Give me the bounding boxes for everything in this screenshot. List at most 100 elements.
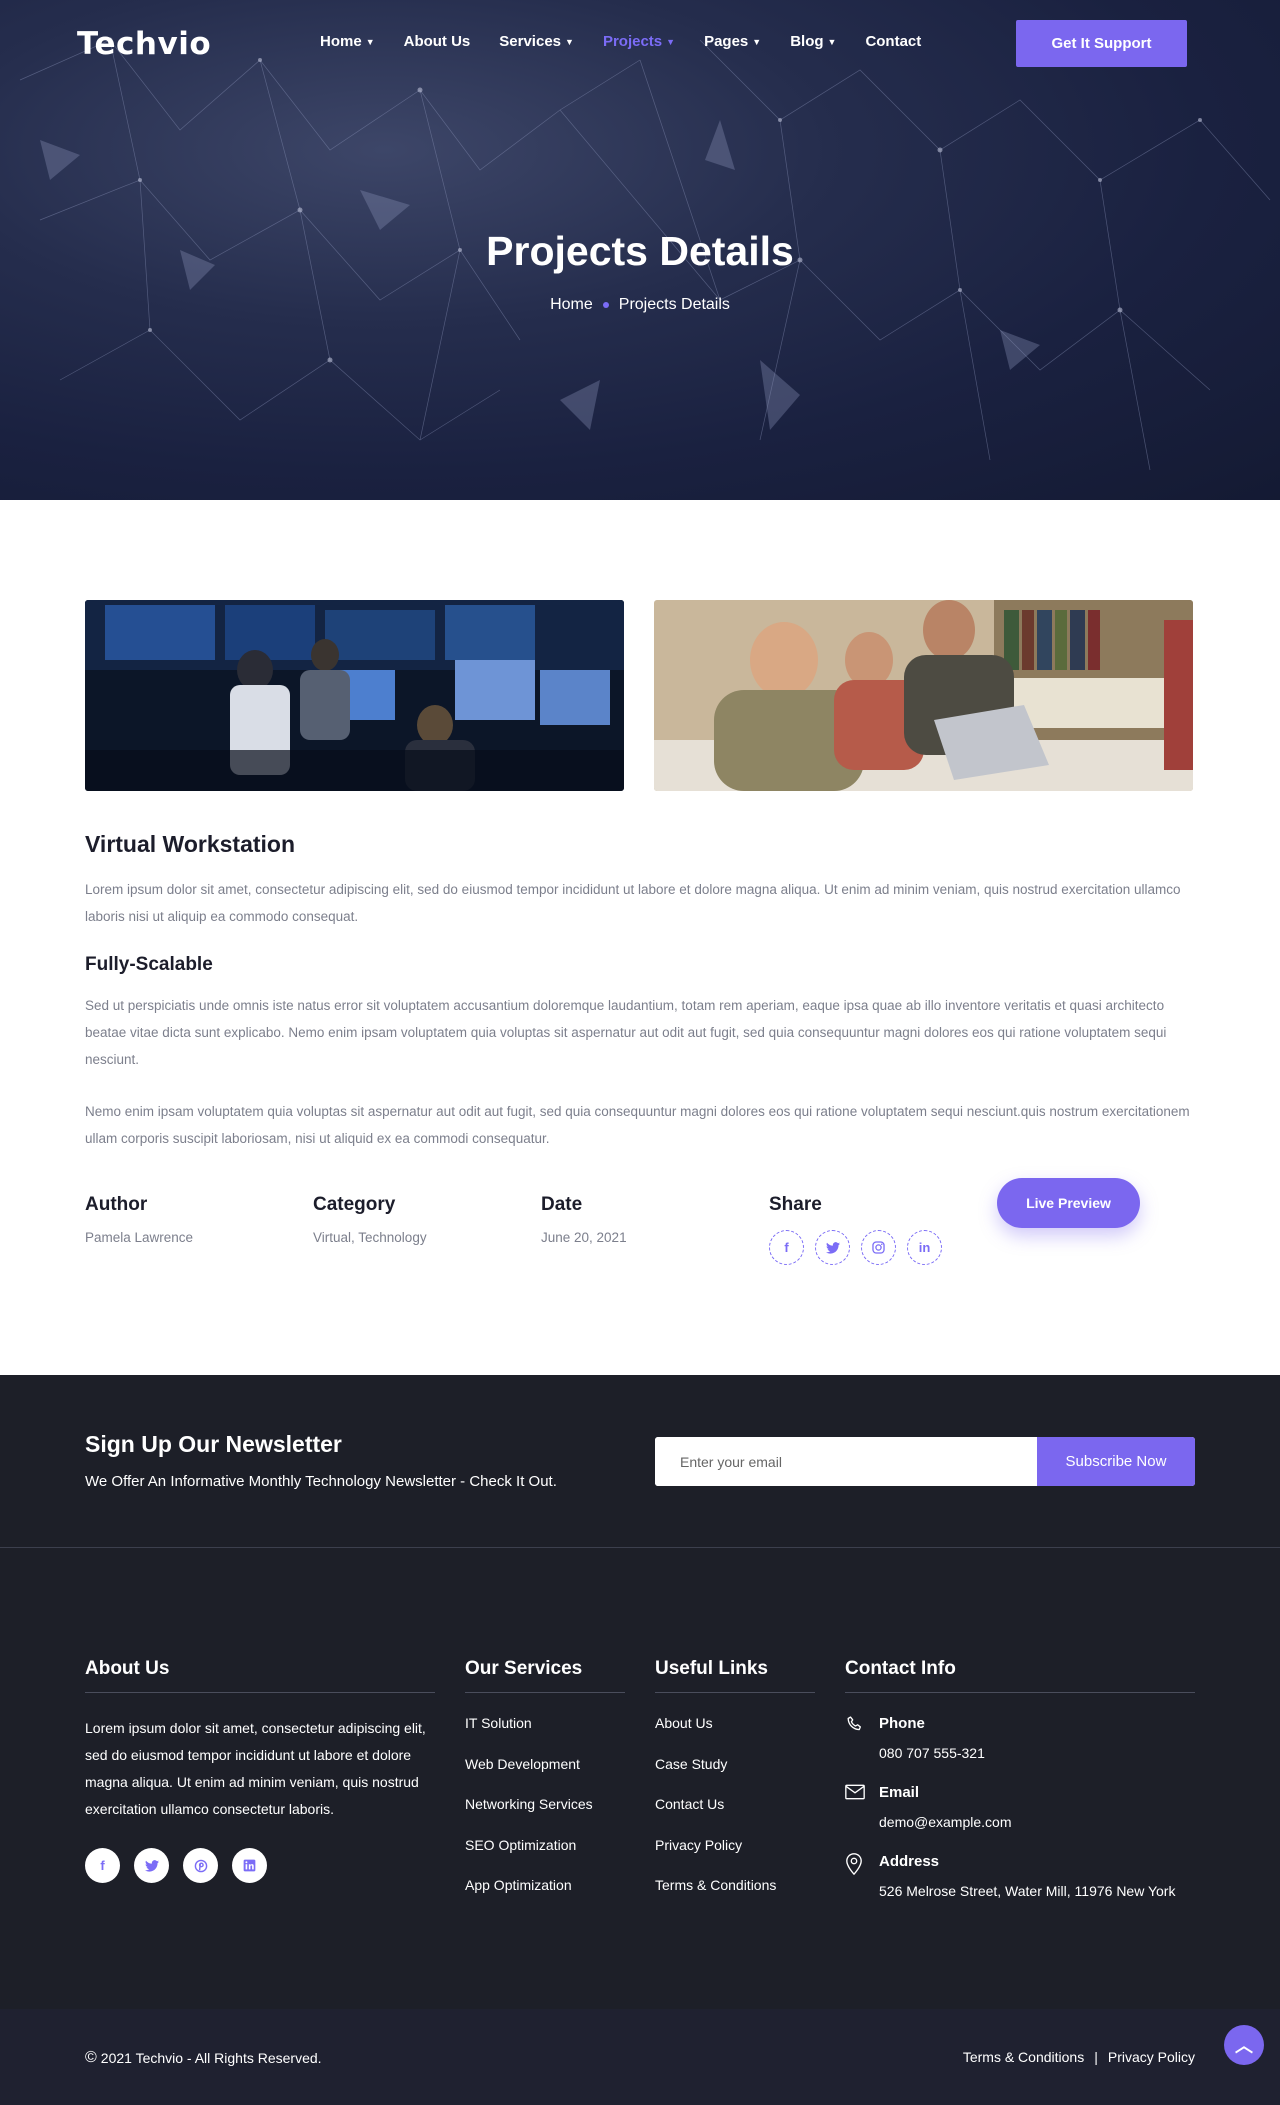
meta-date: Date June 20, 2021 <box>541 1194 769 1245</box>
footer-link-privacy-policy[interactable]: Privacy Policy <box>655 1837 815 1854</box>
project-subtitle: Fully-Scalable <box>85 954 213 975</box>
live-preview-button[interactable]: Live Preview <box>997 1178 1140 1228</box>
nav-projects[interactable]: Projects ▼ <box>603 33 675 50</box>
chevron-down-icon: ▼ <box>752 36 762 47</box>
page-title: Projects Details <box>486 228 794 274</box>
instagram-icon[interactable] <box>861 1230 896 1265</box>
footer-about-title: About Us <box>85 1658 435 1693</box>
twitter-icon[interactable] <box>134 1848 169 1883</box>
footer-link-case-study[interactable]: Case Study <box>655 1756 815 1773</box>
copyright-icon: © <box>85 2049 97 2066</box>
footer-services-column: Our Services IT Solution Web Development… <box>465 1658 625 1918</box>
footer-link-terms-conditions[interactable]: Terms & Conditions <box>655 1877 815 1894</box>
nav-about-us[interactable]: About Us <box>404 33 471 50</box>
meta-author-label: Author <box>85 1194 148 1215</box>
project-image-team-meeting <box>654 600 1193 791</box>
contact-email: Email demo@example.com <box>845 1784 1195 1830</box>
main-nav: Home ▼ About Us Services ▼ Projects ▼ Pages… <box>320 33 950 50</box>
twitter-icon[interactable] <box>815 1230 850 1265</box>
footer-useful-links-title: Useful Links <box>655 1658 815 1693</box>
chevron-down-icon: ▼ <box>365 36 375 47</box>
project-image-control-room <box>85 600 624 791</box>
footer-services-title: Our Services <box>465 1658 625 1693</box>
contact-address-value: 526 Melrose Street, Water Mill, 11976 Ne… <box>879 1883 1176 1899</box>
footer-link-seo-optimization[interactable]: SEO Optimization <box>465 1837 625 1854</box>
site-footer: About Us Lorem ipsum dolor sit amet, con… <box>0 1548 1280 2009</box>
footer-link-about-us[interactable]: About Us <box>655 1715 815 1732</box>
subscribe-now-button[interactable]: Subscribe Now <box>1037 1437 1195 1486</box>
bottom-link-terms[interactable]: Terms & Conditions <box>963 2049 1084 2065</box>
footer-link-app-optimization[interactable]: App Optimization <box>465 1877 625 1894</box>
chevron-down-icon: ▼ <box>565 36 574 47</box>
envelope-icon <box>845 1784 879 1830</box>
chevron-down-icon: ▼ <box>666 36 676 47</box>
project-details-section: Virtual Workstation Lorem ipsum dolor si… <box>0 500 1280 1375</box>
linkedin-icon[interactable]: in <box>907 1230 942 1265</box>
meta-share-label: Share <box>769 1194 822 1215</box>
copyright-text: 2021 Techvio - All Rights Reserved. <box>100 2050 322 2066</box>
meta-date-value: June 20, 2021 <box>541 1230 627 1245</box>
bottom-link-separator: | <box>1094 2049 1098 2065</box>
contact-email-value[interactable]: demo@example.com <box>879 1814 1012 1830</box>
pinterest-icon[interactable] <box>183 1848 218 1883</box>
footer-contact-title: Contact Info <box>845 1658 1195 1693</box>
copyright: © 2021 Techvio - All Rights Reserved. <box>85 2049 322 2067</box>
project-gallery <box>85 600 1195 791</box>
project-meta: Author Pamela Lawrence Category Virtual,… <box>85 1178 1195 1265</box>
meta-category-value: Virtual, Technology <box>313 1230 427 1245</box>
meta-date-label: Date <box>541 1194 583 1215</box>
project-title: Virtual Workstation <box>85 831 296 857</box>
breadcrumb-home-link[interactable]: Home <box>550 296 593 313</box>
facebook-icon[interactable]: f <box>85 1848 120 1883</box>
nav-blog[interactable]: Blog ▼ <box>790 33 836 50</box>
newsletter-email-input[interactable] <box>655 1437 1037 1486</box>
contact-address: Address 526 Melrose Street, Water Mill, … <box>845 1853 1195 1899</box>
meta-author-value: Pamela Lawrence <box>85 1230 194 1245</box>
meta-author: Author Pamela Lawrence <box>85 1194 313 1245</box>
nav-pages[interactable]: Pages ▼ <box>704 33 761 50</box>
footer-link-it-solution[interactable]: IT Solution <box>465 1715 625 1732</box>
footer-link-web-development[interactable]: Web Development <box>465 1756 625 1773</box>
footer-bottom-bar: © 2021 Techvio - All Rights Reserved. Ter… <box>0 2009 1280 2105</box>
contact-email-label: Email <box>879 1784 920 1801</box>
contact-phone-value[interactable]: 080 707 555-321 <box>879 1745 985 1761</box>
page-hero: Techvio Home ▼ About Us Services ▼ Project… <box>0 0 1280 500</box>
newsletter-section: Sign Up Our Newsletter We Offer An Infor… <box>0 1375 1280 1548</box>
nav-services[interactable]: Services ▼ <box>499 33 574 50</box>
facebook-icon[interactable]: f <box>769 1230 804 1265</box>
footer-link-networking-services[interactable]: Networking Services <box>465 1796 625 1813</box>
share-icons: f in <box>769 1230 997 1265</box>
footer-bottom-links: Terms & Conditions | Privacy Policy <box>963 2049 1195 2065</box>
newsletter-form: Subscribe Now <box>655 1437 1195 1486</box>
back-to-top-button[interactable]: ︿ <box>1224 2025 1264 2065</box>
project-intro-text: Lorem ipsum dolor sit amet, consectetur … <box>85 882 1181 924</box>
nav-contact[interactable]: Contact <box>865 33 921 50</box>
breadcrumb: Home Projects Details <box>0 296 1280 314</box>
site-header: Techvio Home ▼ About Us Services ▼ Project… <box>0 0 1280 88</box>
newsletter-title: Sign Up Our Newsletter <box>85 1431 342 1457</box>
contact-address-label: Address <box>879 1853 940 1870</box>
footer-contact-column: Contact Info Phone 080 707 555-321 Email… <box>845 1658 1195 1922</box>
bottom-link-privacy[interactable]: Privacy Policy <box>1108 2049 1195 2065</box>
project-paragraph: Nemo enim ipsam voluptatem quia voluptas… <box>85 1104 1190 1146</box>
breadcrumb-current: Projects Details <box>618 296 730 313</box>
nav-home[interactable]: Home ▼ <box>320 33 375 50</box>
phone-icon <box>845 1715 879 1761</box>
footer-useful-links-column: Useful Links About Us Case Study Contact… <box>655 1658 815 1918</box>
contact-phone: Phone 080 707 555-321 <box>845 1715 1195 1761</box>
contact-phone-label: Phone <box>879 1715 925 1732</box>
project-paragraph: Sed ut perspiciatis unde omnis iste natu… <box>85 998 1167 1067</box>
footer-social-icons: f <box>85 1848 435 1883</box>
meta-category-label: Category <box>313 1194 396 1215</box>
newsletter-subtitle: We Offer An Informative Monthly Technolo… <box>85 1473 557 1490</box>
footer-link-contact-us[interactable]: Contact Us <box>655 1796 815 1813</box>
site-logo[interactable]: Techvio <box>77 26 211 62</box>
breadcrumb-separator-dot <box>602 301 609 308</box>
footer-about-text: Lorem ipsum dolor sit amet, consectetur … <box>85 1720 426 1817</box>
get-it-support-button[interactable]: Get It Support <box>1016 20 1187 67</box>
meta-share: Share f in <box>769 1194 997 1265</box>
footer-about-column: About Us Lorem ipsum dolor sit amet, con… <box>85 1658 435 1883</box>
meta-category: Category Virtual, Technology <box>313 1194 541 1245</box>
map-pin-icon <box>845 1853 879 1899</box>
linkedin-icon[interactable] <box>232 1848 267 1883</box>
